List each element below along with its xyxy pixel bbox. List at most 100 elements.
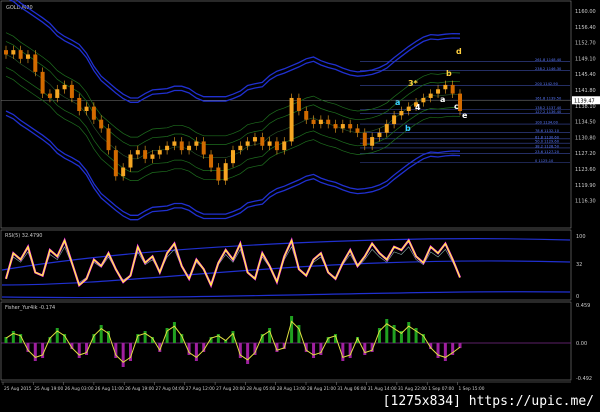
candle-body xyxy=(40,71,45,94)
candle-body xyxy=(113,150,118,177)
time-tick-label: 25 Aug 2015 xyxy=(4,386,32,392)
candle-body xyxy=(69,84,74,98)
fisher-bar xyxy=(11,331,15,343)
candle-body xyxy=(436,89,441,94)
rsi-plot: 100 32 0 xyxy=(1,234,586,300)
time-tick-label: 31 Aug 14:00 xyxy=(368,386,397,392)
time-tick-label: 27 Aug 12:00 xyxy=(186,386,215,392)
candle-body xyxy=(165,145,170,151)
fisher-bar xyxy=(55,328,59,343)
wave-label: a xyxy=(440,95,445,104)
fib-label: 127.2 1136.40 xyxy=(535,110,562,114)
fisher-tick-label: 0.00 xyxy=(576,341,587,347)
candle-body xyxy=(296,97,301,111)
candle-body xyxy=(223,163,228,181)
candle-body xyxy=(128,154,133,168)
fisher-bar xyxy=(246,343,250,364)
fisher-bar xyxy=(385,319,389,343)
candle-body xyxy=(384,124,389,133)
time-tick-label: 26 Aug 11:00 xyxy=(95,386,124,392)
candle-body xyxy=(216,167,221,181)
candle-body xyxy=(274,141,279,151)
rsi-tick-label: 32 xyxy=(576,262,582,268)
wave-labels: ab3*4dbace xyxy=(395,47,468,133)
time-tick-label: 1 Sep 07:00 xyxy=(428,386,454,392)
fib-label: 261.8 1148.40 xyxy=(535,58,562,62)
candles xyxy=(4,45,462,185)
candle-body xyxy=(377,132,382,138)
time-axis: 25 Aug 2015 25 Aug 19:00 26 Aug 03:00 26 Au… xyxy=(2,382,485,392)
price-tick-label: 1149.10 xyxy=(575,56,596,62)
candle-body xyxy=(18,50,23,59)
fib-label: 50.0 1129.60 xyxy=(535,140,560,144)
price-tick-label: 1138.10 xyxy=(575,104,596,110)
fisher-plot: 0.459 0.00 -0.492 xyxy=(1,303,592,382)
candle-body xyxy=(289,97,294,142)
candle-body xyxy=(84,106,89,111)
fisher-tick-label: 0.459 xyxy=(576,303,590,309)
candle-body xyxy=(318,119,323,125)
fisher-bar xyxy=(290,316,294,343)
fisher-bar xyxy=(194,343,198,361)
price-tick-label: 1127.20 xyxy=(575,151,596,157)
candle-body xyxy=(238,145,243,151)
candle-body xyxy=(11,50,16,55)
wave-label: c xyxy=(454,102,459,111)
price-tick-label: 1123.60 xyxy=(575,167,596,173)
candle-body xyxy=(340,124,345,129)
candle-body xyxy=(392,115,397,125)
wave-label: 3* xyxy=(408,79,419,88)
candle-body xyxy=(443,84,448,90)
fisher-bar xyxy=(33,343,37,361)
candle-body xyxy=(304,111,309,120)
bands xyxy=(5,0,461,221)
candle-body xyxy=(47,93,52,98)
candle-body xyxy=(406,106,411,111)
candle-body xyxy=(282,141,287,151)
price-tick-label: 1116.30 xyxy=(575,199,596,205)
candle-body xyxy=(25,54,30,59)
candle-body xyxy=(209,154,214,168)
current-price-label: 1139.47 xyxy=(574,98,595,104)
time-tick-label: 31 Aug 22:00 xyxy=(398,386,427,392)
price-tick-label: 1160.00 xyxy=(575,9,596,15)
candle-body xyxy=(33,54,38,72)
time-tick-label: 25 Aug 19:00 xyxy=(34,386,63,392)
candle-body xyxy=(370,137,375,146)
rsi-band-line xyxy=(1,291,571,299)
candle-body xyxy=(231,150,235,164)
rsi-band-line xyxy=(1,260,571,286)
time-tick-label: 31 Aug 06:00 xyxy=(337,386,366,392)
trading-chart[interactable]: GOLD,M30 RSI(5) 32.4790 Fisher_Yur4ik -0… xyxy=(0,0,600,412)
price-tick-label: 1119.90 xyxy=(575,183,596,189)
wave-label: e xyxy=(462,111,468,120)
candle-body xyxy=(106,128,111,151)
fib-label: 78.6 1132.10 xyxy=(535,129,560,133)
time-tick-label: 26 Aug 03:00 xyxy=(65,386,94,392)
fib-label: 38.2 1128.50 xyxy=(535,144,560,148)
time-tick-label: 28 Aug 21:00 xyxy=(307,386,336,392)
price-tick-label: 1145.40 xyxy=(575,72,596,78)
price-tick-label: 1152.70 xyxy=(575,41,596,47)
price-tick-label: 1134.50 xyxy=(575,120,596,126)
fisher-label: Fisher_Yur4ik -0.174 xyxy=(5,305,55,311)
candle-body xyxy=(245,141,250,146)
candle-body xyxy=(252,137,257,142)
fisher-bar xyxy=(121,343,125,367)
candle-body xyxy=(421,97,426,103)
candle-body xyxy=(267,141,272,146)
candle-body xyxy=(77,97,82,111)
candle-body xyxy=(311,119,316,125)
price-tick-label: 1156.40 xyxy=(575,25,596,31)
candle-body xyxy=(201,141,206,155)
price-tick-label: 1141.80 xyxy=(575,88,596,94)
rsi-tick-label: 0 xyxy=(576,294,579,300)
candle-body xyxy=(450,84,455,94)
fisher-bar xyxy=(268,328,272,343)
candle-body xyxy=(99,119,104,129)
time-tick-label: 28 Aug 13:00 xyxy=(277,386,306,392)
fisher-bar xyxy=(99,325,103,343)
fib-label: 100 1134.00 xyxy=(535,121,559,125)
fisher-bar xyxy=(407,322,411,343)
fisher-bar xyxy=(143,331,147,343)
